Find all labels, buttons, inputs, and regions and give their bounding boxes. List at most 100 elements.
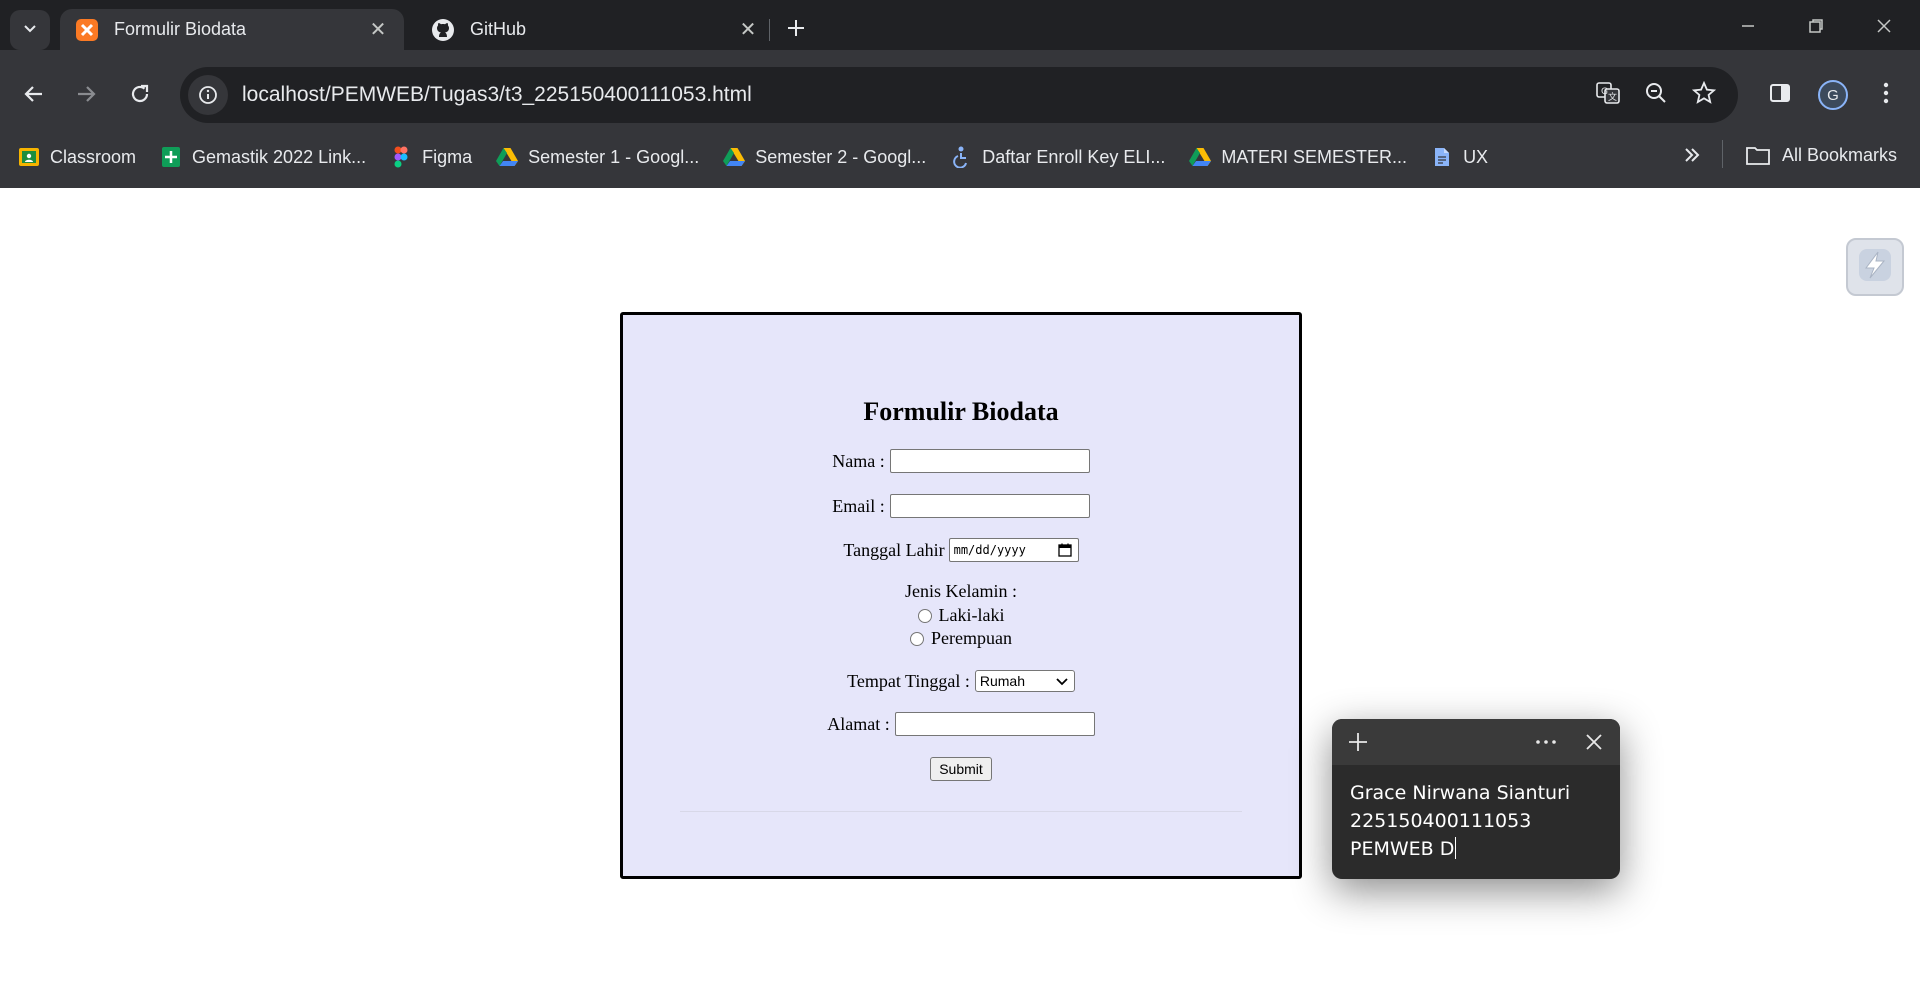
extension-floating-button[interactable] bbox=[1846, 238, 1904, 296]
all-bookmarks-button[interactable]: All Bookmarks bbox=[1746, 136, 1897, 174]
alamat-label: Alamat : bbox=[827, 713, 890, 734]
minimize-button[interactable] bbox=[1724, 10, 1772, 46]
lightning-icon bbox=[1856, 246, 1894, 289]
alamat-input[interactable] bbox=[894, 712, 1095, 736]
note-line-class: PEMWEB D bbox=[1350, 835, 1602, 863]
close-tab-icon[interactable]: ✕ bbox=[366, 17, 390, 42]
zoom-button[interactable] bbox=[1636, 75, 1676, 115]
new-tab-button[interactable] bbox=[778, 11, 814, 47]
sticky-note-text[interactable]: Grace Nirwana Sianturi 225150400111053 P… bbox=[1332, 765, 1620, 877]
note-line-class-text: PEMWEB D bbox=[1350, 838, 1455, 860]
sticky-note-header[interactable] bbox=[1332, 719, 1620, 765]
plus-icon bbox=[786, 13, 806, 45]
tanggal-label: Tanggal Lahir bbox=[843, 539, 945, 560]
close-icon bbox=[1876, 18, 1892, 39]
site-info-icon[interactable] bbox=[188, 75, 228, 115]
email-input[interactable] bbox=[889, 494, 1090, 518]
gender-option-perempuan: Perempuan bbox=[623, 628, 1299, 649]
back-button[interactable] bbox=[14, 76, 54, 116]
minimize-icon bbox=[1740, 18, 1756, 39]
restore-button[interactable] bbox=[1792, 10, 1840, 46]
email-row: Email : bbox=[623, 494, 1299, 518]
url-text[interactable]: localhost/PEMWEB/Tugas3/t3_2251504001110… bbox=[242, 83, 752, 107]
gender-label-row: Jenis Kelamin : bbox=[623, 581, 1299, 602]
translate-button[interactable]: G文 bbox=[1588, 75, 1628, 115]
bookmark-semester-1[interactable]: Semester 1 - Googl... bbox=[496, 146, 699, 168]
gender-label: Jenis Kelamin : bbox=[905, 581, 1017, 601]
bookmark-label: MATERI SEMESTER... bbox=[1221, 146, 1408, 167]
translate-icon: G文 bbox=[1595, 80, 1621, 111]
accessibility-icon bbox=[950, 146, 972, 168]
tab-title: GitHub bbox=[470, 19, 527, 39]
bookmark-figma[interactable]: Figma bbox=[390, 146, 472, 168]
more-horizontal-icon[interactable] bbox=[1530, 727, 1562, 757]
radio-perempuan[interactable] bbox=[910, 631, 924, 646]
tempat-selected-value: Rumah bbox=[979, 673, 1026, 689]
radio-laki-laki-label: Laki-laki bbox=[938, 605, 1005, 625]
side-panel-button[interactable] bbox=[1760, 75, 1800, 115]
profile-avatar[interactable]: G bbox=[1818, 80, 1848, 110]
bookmark-gemastik[interactable]: Gemastik 2022 Link... bbox=[160, 146, 366, 168]
all-bookmarks-label: All Bookmarks bbox=[1782, 144, 1898, 165]
browser-menu-button[interactable] bbox=[1866, 75, 1906, 115]
nama-input[interactable] bbox=[889, 449, 1090, 473]
bookmark-label: Semester 1 - Googl... bbox=[528, 146, 700, 167]
figma-icon bbox=[390, 146, 412, 168]
bookmarks-separator bbox=[1722, 140, 1723, 168]
date-placeholder: mm/dd/yyyy bbox=[953, 543, 1026, 557]
arrow-right-icon bbox=[75, 83, 97, 110]
radio-perempuan-label: Perempuan bbox=[931, 628, 1012, 648]
bookmark-ux[interactable]: UX bbox=[1431, 146, 1488, 168]
submit-button[interactable]: Submit bbox=[930, 757, 992, 781]
bookmark-classroom[interactable]: Classroom bbox=[18, 146, 136, 168]
close-icon[interactable] bbox=[1578, 727, 1610, 757]
svg-text:文: 文 bbox=[1608, 91, 1617, 103]
submit-row: Submit bbox=[623, 757, 1299, 781]
gender-option-laki: Laki-laki bbox=[623, 605, 1299, 626]
bookmark-label: Classroom bbox=[50, 146, 137, 167]
form-title: Formulir Biodata bbox=[863, 397, 1059, 426]
star-icon bbox=[1691, 80, 1717, 110]
biodata-form: Formulir Biodata Nama : Email : Tanggal … bbox=[620, 312, 1302, 879]
tab-title: Formulir Biodata bbox=[114, 19, 247, 39]
bookmark-label: Gemastik 2022 Link... bbox=[192, 146, 367, 167]
tempat-row: Tempat Tinggal : Rumah bbox=[623, 670, 1299, 692]
classroom-icon bbox=[18, 146, 40, 168]
bookmark-materi-semester[interactable]: MATERI SEMESTER... bbox=[1189, 146, 1407, 168]
zoom-out-icon bbox=[1644, 81, 1668, 110]
restore-icon bbox=[1808, 18, 1824, 39]
github-icon bbox=[430, 17, 456, 43]
tab-formulir-biodata[interactable]: Formulir Biodata ✕ bbox=[60, 9, 404, 50]
bookmark-daftar-enroll[interactable]: Daftar Enroll Key ELI... bbox=[950, 146, 1165, 168]
drive-icon bbox=[1189, 146, 1212, 168]
tab-separator bbox=[769, 19, 770, 41]
more-bookmarks-button[interactable] bbox=[1676, 138, 1708, 174]
close-window-button[interactable] bbox=[1860, 10, 1908, 46]
tanggal-lahir-input[interactable]: mm/dd/yyyy bbox=[948, 538, 1079, 562]
reload-button[interactable] bbox=[120, 76, 160, 116]
radio-laki-laki[interactable] bbox=[917, 608, 932, 623]
text-cursor bbox=[1455, 837, 1457, 859]
close-tab-icon[interactable]: ✕ bbox=[736, 17, 760, 42]
tab-github[interactable]: GitHub ✕ bbox=[416, 9, 774, 50]
drive-icon bbox=[723, 146, 746, 168]
tempat-label: Tempat Tinggal : bbox=[847, 670, 970, 691]
address-bar[interactable]: localhost/PEMWEB/Tugas3/t3_2251504001110… bbox=[180, 67, 1738, 123]
tab-search-button[interactable] bbox=[10, 10, 50, 50]
forward-button[interactable] bbox=[66, 76, 106, 116]
alamat-row: Alamat : bbox=[623, 712, 1299, 736]
chevron-down-icon bbox=[22, 20, 38, 41]
bookmark-star-button[interactable] bbox=[1684, 75, 1724, 115]
calendar-icon[interactable] bbox=[1057, 543, 1072, 557]
sticky-note[interactable]: Grace Nirwana Sianturi 225150400111053 P… bbox=[1332, 719, 1620, 879]
add-note-icon[interactable] bbox=[1342, 727, 1374, 757]
bookmark-label: Semester 2 - Googl... bbox=[755, 146, 927, 167]
bookmark-semester-2[interactable]: Semester 2 - Googl... bbox=[723, 146, 926, 168]
bookmark-label: UX bbox=[1463, 146, 1489, 167]
tempat-tinggal-select[interactable]: Rumah bbox=[974, 670, 1075, 692]
tanggal-row: Tanggal Lahir mm/dd/yyyy bbox=[623, 538, 1299, 562]
xampp-icon bbox=[74, 17, 100, 43]
folder-icon bbox=[1746, 145, 1770, 165]
sheets-icon bbox=[160, 146, 182, 168]
chevron-down-icon bbox=[1056, 673, 1068, 689]
